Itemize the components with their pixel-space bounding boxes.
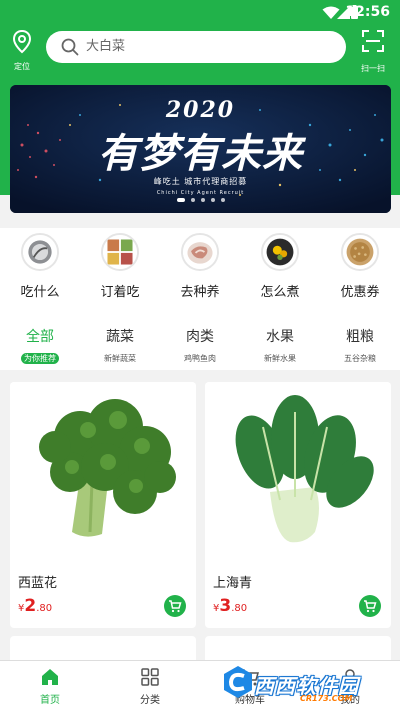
- home-icon: [42, 669, 58, 685]
- quick-item-label: 订着吃: [100, 285, 140, 300]
- quick-item-coupon[interactable]: 优惠券: [325, 233, 395, 300]
- nav-category[interactable]: 分类: [110, 667, 190, 706]
- banner-year: 2020: [165, 97, 236, 123]
- status-time: 12:56: [345, 4, 390, 20]
- bok-choy-image: [205, 382, 391, 562]
- tab-desc: 为你推荐: [21, 353, 59, 364]
- banner-dot[interactable]: [220, 198, 225, 202]
- search-bar[interactable]: [46, 31, 346, 63]
- quick-item-label: 吃什么: [20, 285, 60, 300]
- banner-pagination: [10, 198, 391, 202]
- product-card[interactable]: 西蓝花 ¥2.80: [10, 382, 196, 628]
- broccoli-image: [10, 382, 196, 562]
- banner-subtitle-cn: 峰吃土 城市代理商招募: [153, 177, 248, 186]
- quick-item-go-farm[interactable]: 去种养: [165, 233, 235, 300]
- quick-item-label: 怎么煮: [260, 285, 300, 300]
- location-pin-icon: [12, 30, 32, 54]
- product-name: 西蓝花: [18, 576, 58, 591]
- search-input[interactable]: [86, 31, 326, 63]
- location-button[interactable]: 定位: [8, 30, 36, 71]
- location-label: 定位: [14, 62, 30, 71]
- add-to-cart-button[interactable]: [359, 595, 381, 617]
- scan-label: 扫一扫: [361, 64, 385, 73]
- quick-item-what-to-eat[interactable]: 吃什么: [5, 233, 75, 300]
- banner-title: 有梦有未来: [98, 130, 303, 177]
- status-bar: 12:56: [0, 0, 400, 26]
- tab-desc: 五谷杂粮: [344, 354, 376, 363]
- product-name: 上海青: [213, 576, 253, 591]
- cooked-dish-icon: [261, 233, 299, 271]
- tab-label: 蔬菜: [106, 329, 134, 345]
- nav-home[interactable]: 首页: [10, 667, 90, 706]
- banner-dot[interactable]: [190, 198, 195, 202]
- tab-all[interactable]: 全部 为你推荐: [5, 326, 75, 365]
- tab-desc: 新鲜蔬菜: [104, 354, 136, 363]
- banner-dot[interactable]: [210, 198, 215, 202]
- add-to-cart-button[interactable]: [164, 595, 186, 617]
- scan-icon: [362, 30, 384, 52]
- banner-dot[interactable]: [176, 198, 185, 202]
- tab-label: 水果: [266, 329, 294, 345]
- bowl-icon: [21, 233, 59, 271]
- search-icon: [61, 38, 79, 56]
- promo-banner[interactable]: 2020 有梦有未来 峰吃土 城市代理商招募 Chichi City Agent…: [10, 85, 391, 213]
- header: 定位 扫一扫: [0, 26, 400, 73]
- quick-item-label: 优惠券: [340, 285, 380, 300]
- meat-plate-icon: [181, 233, 219, 271]
- quick-menu: 吃什么 订着吃 去种养 怎么煮 优惠券: [0, 228, 400, 308]
- grain-bowl-icon: [341, 233, 379, 271]
- tab-grains[interactable]: 粗粮 五谷杂粮: [325, 326, 395, 365]
- tab-label: 全部: [26, 329, 54, 345]
- tab-meat[interactable]: 肉类 鸡鸭鱼肉: [165, 326, 235, 365]
- tab-desc: 新鲜水果: [264, 354, 296, 363]
- watermark-url: CR173.COM: [300, 694, 353, 703]
- quick-item-label: 去种养: [180, 285, 220, 300]
- cart-icon: [364, 600, 377, 613]
- cart-icon: [169, 600, 182, 613]
- grid-icon: [141, 668, 159, 686]
- price-decimal: .80: [231, 603, 248, 614]
- tab-vegetables[interactable]: 蔬菜 新鲜蔬菜: [85, 326, 155, 365]
- price-integer: 2: [24, 596, 37, 616]
- quick-item-order-meal[interactable]: 订着吃: [85, 233, 155, 300]
- nav-label: 分类: [140, 695, 160, 706]
- product-card[interactable]: 上海青 ¥3.80: [205, 382, 391, 628]
- banner-subtitle-en: Chichi City Agent Recruit: [156, 190, 245, 196]
- banner-dot[interactable]: [200, 198, 205, 202]
- product-price: ¥2.80: [18, 596, 52, 616]
- product-price: ¥3.80: [213, 596, 247, 616]
- tab-label: 粗粮: [346, 329, 374, 345]
- price-decimal: .80: [36, 603, 53, 614]
- tab-desc: 鸡鸭鱼肉: [184, 354, 216, 363]
- banner-subtitle: 峰吃土 城市代理商招募 Chichi City Agent Recruit: [10, 176, 391, 196]
- meal-plate-icon: [101, 233, 139, 271]
- watermark: 西西软件园 CR173.COM: [196, 662, 400, 710]
- tab-fruit[interactable]: 水果 新鲜水果: [245, 326, 315, 365]
- watermark-logo-icon: [224, 666, 252, 698]
- category-tabs: 全部 为你推荐 蔬菜 新鲜蔬菜 肉类 鸡鸭鱼肉 水果 新鲜水果 粗粮 五谷杂粮: [0, 308, 400, 370]
- tab-label: 肉类: [186, 329, 214, 345]
- scan-button[interactable]: 扫一扫: [356, 30, 390, 73]
- price-integer: 3: [219, 596, 232, 616]
- nav-label: 首页: [40, 695, 60, 706]
- quick-item-how-to-cook[interactable]: 怎么煮: [245, 233, 315, 300]
